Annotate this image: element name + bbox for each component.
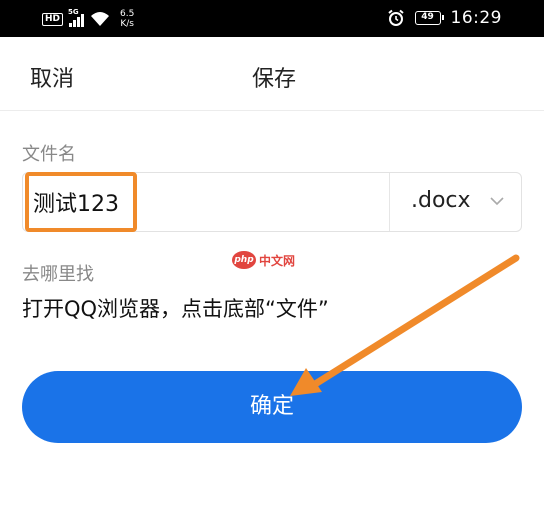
chevron-down-icon[interactable] (489, 193, 505, 209)
clock-time: 16:29 (450, 8, 502, 28)
confirm-button[interactable]: 确定 (22, 371, 522, 443)
status-right: 49 16:29 (387, 8, 503, 28)
extension-select[interactable]: .docx (411, 188, 471, 213)
filename-row: .docx (22, 172, 522, 232)
alarm-clock-icon (387, 9, 404, 26)
network-speed: 6.5 K/s (120, 9, 134, 29)
location-value: 打开QQ浏览器，点击底部“文件” (22, 297, 329, 321)
network-gen-label: 5G (68, 7, 79, 16)
network-speed-unit: K/s (120, 19, 134, 29)
hd-icon: HD (42, 12, 64, 26)
page-title: 保存 (252, 67, 297, 92)
filename-label: 文件名 (22, 144, 76, 165)
location-label: 去哪里找 (22, 264, 94, 285)
status-left: HD 5G 6.5 K/s (42, 8, 134, 29)
cellular-signal-icon: 5G (68, 8, 85, 27)
watermark: php 中文网 (232, 251, 295, 269)
network-speed-value: 6.5 (120, 9, 135, 19)
watermark-text: 中文网 (259, 253, 296, 268)
filename-input[interactable] (33, 185, 333, 219)
cancel-button[interactable]: 取消 (30, 61, 74, 93)
wifi-icon (91, 12, 110, 26)
battery-icon: 49 (414, 11, 444, 25)
status-bar: HD 5G 6.5 K/s 49 16:29 (0, 0, 544, 37)
filename-divider (389, 173, 390, 231)
dialog-header: 取消 保存 (0, 37, 544, 111)
php-logo-icon: php (232, 251, 256, 269)
